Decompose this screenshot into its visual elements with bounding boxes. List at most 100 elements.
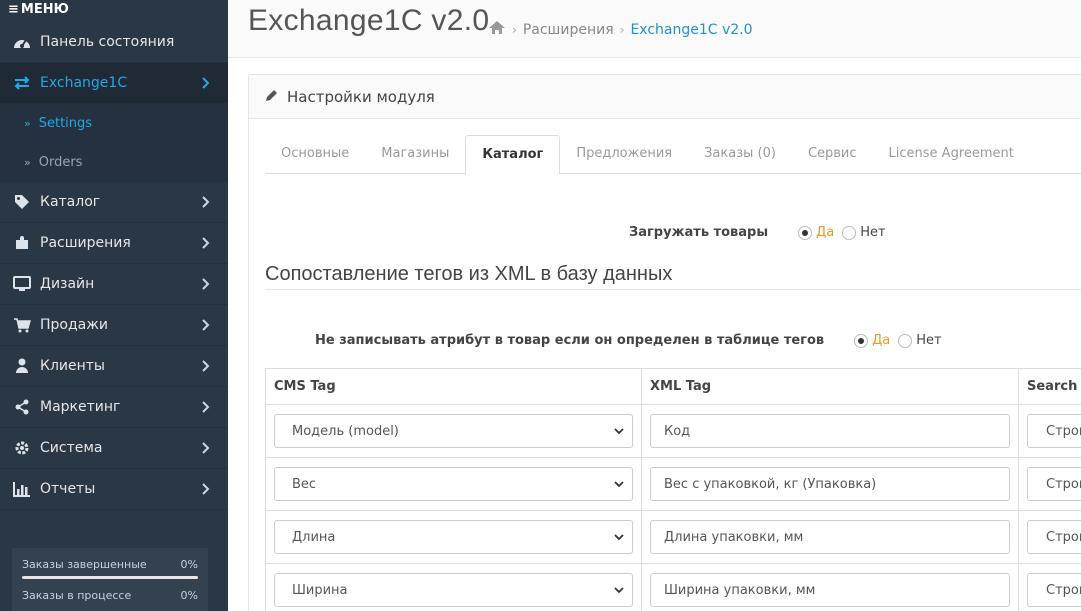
- radio-button[interactable]: [798, 225, 813, 240]
- sidebar-item-label: Продажи: [40, 317, 108, 333]
- breadcrumb: › Расширения › Exchange1C v2.0: [488, 20, 753, 39]
- cms-tag-cell: Длина: [265, 510, 642, 564]
- cms-tag-cell: Ширина: [265, 563, 642, 611]
- cms-tag-cell: Вес: [265, 457, 642, 511]
- bar-chart-icon: [12, 479, 32, 499]
- sidebar-item-customers[interactable]: Клиенты: [0, 346, 228, 387]
- sidebar-item-label: Панель состояния: [40, 34, 175, 50]
- menu-header[interactable]: ≡ МЕНЮ: [0, 0, 228, 22]
- sidebar-item-system[interactable]: Система: [0, 428, 228, 469]
- tab-bar: Основные Магазины Каталог Предложения За…: [265, 135, 1081, 175]
- stat-label: Заказы в процессе: [22, 589, 132, 602]
- tab-orders[interactable]: Заказы (0): [688, 135, 792, 174]
- cms-tag-select[interactable]: Вес: [274, 467, 633, 501]
- load-products-setting: Загружать товары Да Нет: [629, 225, 886, 240]
- menu-label: МЕНЮ: [20, 2, 69, 17]
- monitor-icon: [12, 274, 32, 294]
- cart-icon: [12, 315, 32, 335]
- user-icon: [12, 356, 32, 376]
- tab-catalog[interactable]: Каталог: [465, 135, 561, 175]
- sidebar-item-catalog[interactable]: Каталог: [0, 182, 228, 223]
- tag-mapping-table: CMS Tag XML Tag Search t Модель (model) …: [265, 368, 1081, 611]
- radio-no[interactable]: Нет: [842, 225, 886, 240]
- search-type-select[interactable]: Строг: [1027, 414, 1081, 448]
- column-header: Search t: [1018, 368, 1081, 405]
- select-value: Ширина: [292, 582, 348, 598]
- radio-label: Да: [816, 225, 835, 240]
- sidebar-item-label: Отчеты: [40, 481, 96, 497]
- radio-button[interactable]: [854, 333, 869, 348]
- sidebar-item-label: Система: [40, 440, 103, 456]
- sidebar-item-marketing[interactable]: Маркетинг: [0, 387, 228, 428]
- search-type-select[interactable]: Строг: [1027, 520, 1081, 554]
- search-type-select[interactable]: Строг: [1027, 573, 1081, 607]
- xml-tag-input[interactable]: Код: [650, 414, 1010, 448]
- chevron-right-icon: [202, 319, 210, 335]
- chevron-right-icon: [202, 196, 210, 212]
- section-divider: [265, 289, 1081, 290]
- search-type-cell: Строг: [1018, 510, 1081, 564]
- sidebar-item-exchange1c[interactable]: Exchange1C: [0, 63, 228, 104]
- stat-value: 0%: [180, 589, 198, 602]
- setting-label: Загружать товары: [629, 225, 769, 240]
- sidebar-item-dashboard[interactable]: Панель состояния: [0, 22, 228, 63]
- breadcrumb-item[interactable]: Exchange1C v2.0: [630, 22, 752, 38]
- radio-button[interactable]: [842, 225, 857, 240]
- sidebar-item-label: Расширения: [40, 235, 131, 251]
- setting-label: Не записывать атрибут в товар если он оп…: [315, 333, 825, 348]
- sidebar-subitem-label: Orders: [38, 155, 83, 170]
- breadcrumb-separator: ›: [619, 22, 625, 37]
- chevron-right-icon: [202, 237, 210, 253]
- tab-license[interactable]: License Agreement: [873, 135, 1030, 174]
- order-stats: Заказы завершенные 0% Заказы в процессе …: [12, 548, 208, 611]
- xml-tag-cell: Вес с упаковкой, кг (Упаковка): [641, 457, 1019, 511]
- share-icon: [12, 397, 32, 417]
- xml-tag-input[interactable]: Длина упаковки, мм: [650, 520, 1010, 554]
- sidebar-item-label: Клиенты: [40, 358, 105, 374]
- sidebar-subitem-settings[interactable]: » Settings: [0, 104, 228, 143]
- tab-offers[interactable]: Предложения: [560, 135, 688, 174]
- tag-icon: [12, 192, 32, 212]
- panel-title: Настройки модуля: [287, 87, 435, 106]
- radio-yes[interactable]: Да: [798, 225, 834, 240]
- tab-general[interactable]: Основные: [265, 135, 365, 174]
- cms-tag-select[interactable]: Длина: [274, 520, 633, 554]
- radio-yes[interactable]: Да: [854, 333, 890, 348]
- chevron-down-icon: [614, 477, 624, 491]
- sidebar-item-reports[interactable]: Отчеты: [0, 469, 228, 510]
- main-content: Exchange1C v2.0 › Расширения › Exchange1…: [228, 0, 1081, 611]
- chevron-right-icon: [202, 278, 210, 294]
- select-value: Модель (model): [292, 423, 399, 439]
- cms-tag-select[interactable]: Модель (model): [274, 414, 633, 448]
- chevron-right-icon: [202, 483, 210, 499]
- xml-tag-cell: Код: [641, 404, 1019, 458]
- cms-tag-cell: Модель (model): [265, 404, 642, 458]
- settings-panel: Настройки модуля Основные Магазины Катал…: [248, 74, 1081, 611]
- cms-tag-select[interactable]: Ширина: [274, 573, 633, 607]
- sidebar-item-extensions[interactable]: Расширения: [0, 223, 228, 264]
- search-type-cell: Строг: [1018, 404, 1081, 458]
- stat-row: Заказы в процессе 0%: [22, 589, 198, 602]
- pencil-icon: [265, 88, 278, 106]
- home-icon[interactable]: [488, 20, 506, 39]
- chevron-down-icon: [614, 530, 624, 544]
- xml-tag-input[interactable]: Вес с упаковкой, кг (Упаковка): [650, 467, 1010, 501]
- xml-tag-input[interactable]: Ширина упаковки, мм: [650, 573, 1010, 607]
- menu-icon: ≡: [8, 2, 19, 17]
- chevron-down-icon: [614, 583, 624, 597]
- table-row: Модель (model) Код Строг: [265, 404, 1081, 458]
- tab-service[interactable]: Сервис: [792, 135, 873, 174]
- sidebar-subitem-orders[interactable]: » Orders: [0, 143, 228, 182]
- breadcrumb-separator: ›: [512, 22, 517, 37]
- chevron-right-icon: [202, 442, 210, 458]
- search-type-select[interactable]: Строг: [1027, 467, 1081, 501]
- breadcrumb-item[interactable]: Расширения: [523, 22, 614, 38]
- stat-row: Заказы завершенные 0%: [22, 558, 198, 571]
- radio-label: Нет: [916, 333, 942, 348]
- sidebar-item-sales[interactable]: Продажи: [0, 305, 228, 346]
- sidebar-item-design[interactable]: Дизайн: [0, 264, 228, 305]
- tab-stores[interactable]: Магазины: [365, 135, 465, 174]
- radio-label: Нет: [860, 225, 886, 240]
- radio-no[interactable]: Нет: [898, 333, 942, 348]
- radio-button[interactable]: [898, 333, 913, 348]
